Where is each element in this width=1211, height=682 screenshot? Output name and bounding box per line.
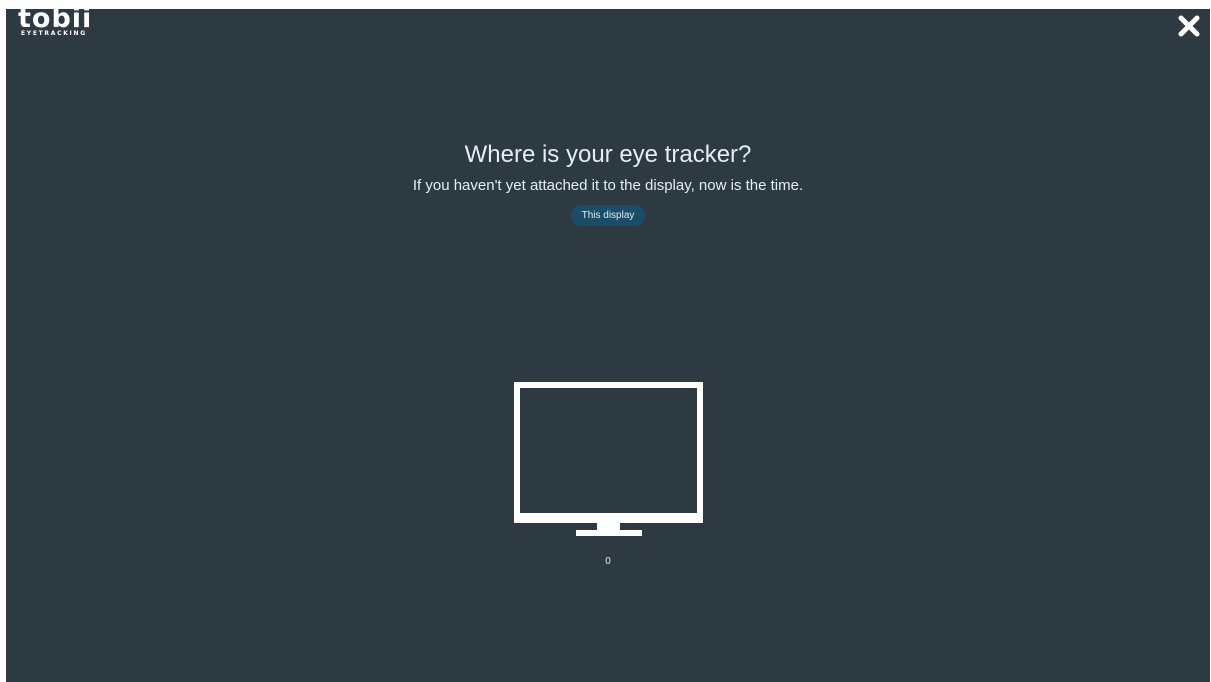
setup-window: tobii EYETRACKING Where is your eye trac… <box>6 9 1210 682</box>
monitor-graphic[interactable] <box>514 382 703 538</box>
instruction-panel: Where is your eye tracker? If you haven'… <box>6 140 1210 226</box>
this-display-button[interactable]: This display <box>570 205 646 226</box>
close-button[interactable] <box>1176 13 1202 39</box>
close-icon <box>1178 15 1200 37</box>
tobii-logo: tobii EYETRACKING <box>18 9 128 41</box>
page-subtitle: If you haven't yet attached it to the di… <box>412 177 804 194</box>
monitor-icon <box>514 382 703 536</box>
page-title: Where is your eye tracker? <box>464 141 752 168</box>
logo-tagline: EYETRACKING <box>21 30 87 37</box>
monitor-index-label: 0 <box>605 556 611 567</box>
